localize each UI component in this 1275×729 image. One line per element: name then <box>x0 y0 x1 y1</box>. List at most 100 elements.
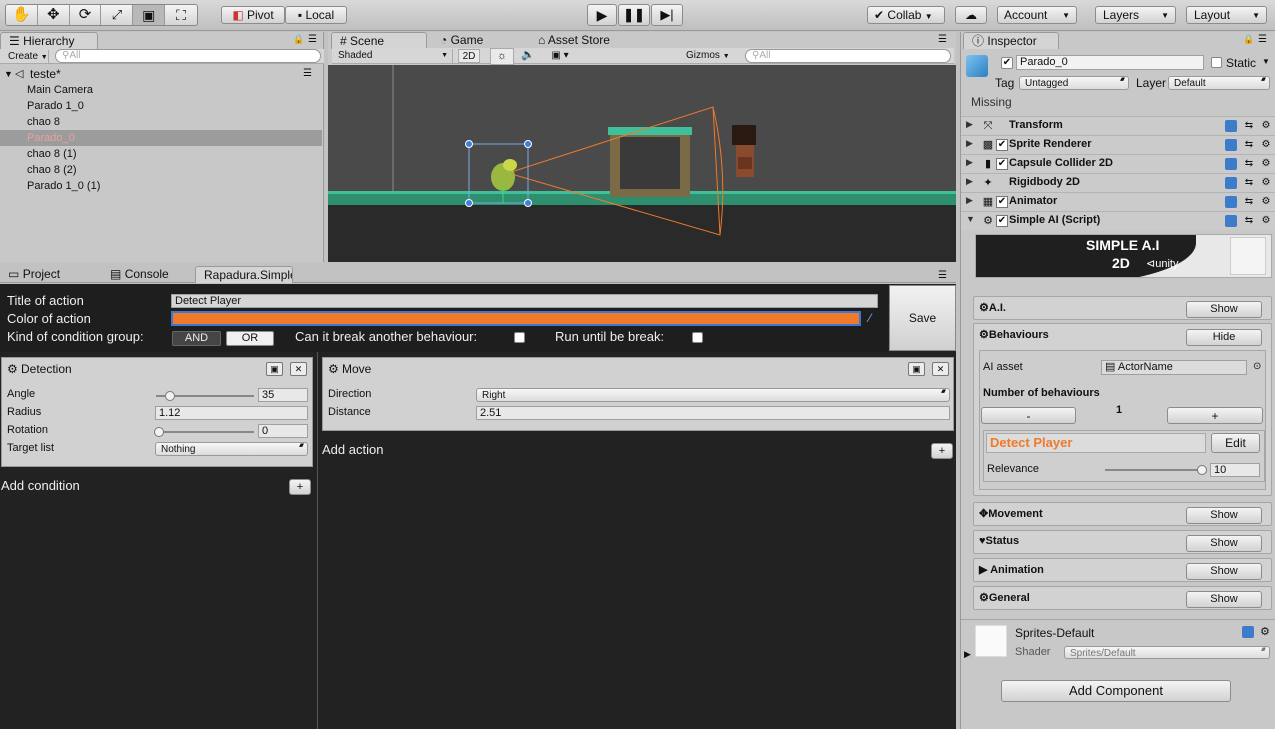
hand-tool-icon[interactable]: ✋ <box>6 5 38 25</box>
hierarchy-tab[interactable]: ☰ Hierarchy <box>0 32 98 49</box>
help-book-icon[interactable] <box>1225 139 1237 151</box>
move-tool-icon[interactable]: ✥ <box>38 5 70 25</box>
play-button[interactable]: ▶ <box>587 4 617 26</box>
angle-slider-knob[interactable] <box>164 391 175 401</box>
settings-gear-icon[interactable]: ⚙ <box>1260 625 1270 638</box>
help-book-icon[interactable] <box>1225 215 1237 227</box>
layer-dropdown[interactable]: Default <box>1168 76 1270 90</box>
component-enabled-checkbox[interactable]: ✔ <box>996 196 1008 208</box>
audio-icon[interactable]: 🔈 <box>516 48 540 63</box>
preset-icon[interactable]: ⇆ <box>1243 215 1255 227</box>
rect-tool-icon[interactable]: ▣ <box>133 5 166 25</box>
ai-asset-field[interactable]: ▤ ActorName <box>1101 360 1247 375</box>
relevance-input[interactable]: 10 <box>1210 463 1260 477</box>
active-checkbox[interactable]: ✔ <box>1001 57 1013 69</box>
object-name-input[interactable]: Parado_0 <box>1016 55 1204 70</box>
2d-toggle[interactable]: 2D <box>458 49 480 63</box>
local-button[interactable]: ▪ Local <box>285 6 347 24</box>
hierarchy-item[interactable]: Parado_0 <box>0 130 322 146</box>
radius-input[interactable]: 1.12 <box>155 406 308 420</box>
panel-menu-icon[interactable]: ☰ <box>308 34 317 45</box>
settings-gear-icon[interactable]: ⚙ <box>1260 196 1272 208</box>
preset-icon[interactable]: ⇆ <box>1243 139 1255 151</box>
settings-gear-icon[interactable]: ⚙ <box>1260 120 1272 132</box>
panel-menu-icon[interactable]: ☰ <box>938 270 947 281</box>
panel-menu-icon[interactable]: ☰ <box>1258 34 1267 45</box>
expand-triangle-icon[interactable]: ▶ <box>966 176 973 187</box>
preset-icon[interactable]: ⇆ <box>1243 158 1255 170</box>
scene-menu-icon[interactable]: ☰ <box>303 66 312 82</box>
hierarchy-item[interactable]: Parado 1_0 (1) <box>0 178 322 194</box>
static-dropdown-icon[interactable]: ▼ <box>1262 57 1270 66</box>
component-enabled-checkbox[interactable]: ✔ <box>996 215 1008 227</box>
pivot-button[interactable]: ◧ Pivot <box>221 6 285 24</box>
behaviour-edit-button[interactable]: Edit <box>1211 433 1260 453</box>
component-header[interactable]: ▶ ▩ ✔ Sprite Renderer ⇆ ⚙ <box>961 135 1275 154</box>
collab-button[interactable]: ✔ Collab ▼ <box>867 6 945 24</box>
tag-dropdown[interactable]: Untagged <box>1019 76 1129 90</box>
expand-triangle-icon[interactable]: ▶ <box>966 138 973 149</box>
behaviour-name-field[interactable]: Detect Player <box>986 433 1206 453</box>
help-book-icon[interactable] <box>1242 626 1254 638</box>
effects-icon[interactable]: ▣ ▾ <box>544 48 576 63</box>
help-book-icon[interactable] <box>1225 158 1237 170</box>
relevance-slider-track[interactable] <box>1105 469 1205 471</box>
scale-tool-icon[interactable]: ⤢ <box>101 5 134 25</box>
hierarchy-item[interactable]: Main Camera <box>0 82 322 98</box>
shader-dropdown[interactable]: Sprites/Default <box>1064 646 1270 659</box>
preset-icon[interactable]: ⇆ <box>1243 120 1255 132</box>
component-header[interactable]: ▼ ⚙ ✔ Simple AI (Script) ⇆ ⚙ <box>961 211 1275 230</box>
save-button[interactable]: Save <box>889 285 956 351</box>
settings-gear-icon[interactable]: ⚙ <box>1260 177 1272 189</box>
run-until-checkbox[interactable] <box>692 332 703 343</box>
component-header[interactable]: ▶ ⤧ Transform ⇆ ⚙ <box>961 116 1275 135</box>
hierarchy-item[interactable]: chao 8 (1) <box>0 146 322 162</box>
and-button[interactable]: AND <box>172 331 221 346</box>
scene-viewport[interactable] <box>328 65 956 262</box>
lighting-icon[interactable]: ☼ <box>490 48 514 65</box>
component-enabled-checkbox[interactable]: ✔ <box>996 139 1008 151</box>
expand-triangle-icon[interactable]: ▶ <box>966 119 973 130</box>
status-show-button[interactable]: Show <box>1186 535 1262 552</box>
tab-scene[interactable]: # Scene <box>331 32 427 49</box>
help-book-icon[interactable] <box>1225 196 1237 208</box>
ai-show-button[interactable]: Show <box>1186 301 1262 318</box>
inspector-tab[interactable]: ⓘ Inspector <box>963 32 1059 49</box>
expand-triangle-icon[interactable]: ▶ <box>966 157 973 168</box>
color-field[interactable] <box>171 311 861 326</box>
tab-game[interactable]: ◔ Game <box>432 32 491 49</box>
add-component-button[interactable]: Add Component <box>1001 680 1231 702</box>
break-checkbox[interactable] <box>514 332 525 343</box>
component-enabled-checkbox[interactable]: ✔ <box>996 158 1008 170</box>
gizmos-dropdown[interactable]: Gizmos ▼ <box>686 49 730 64</box>
transform-tool-icon[interactable]: ⛶ <box>165 5 197 25</box>
hierarchy-item[interactable]: Parado 1_0 <box>0 98 322 114</box>
angle-input[interactable]: 35 <box>258 388 308 402</box>
create-dropdown[interactable]: Create ▼ <box>3 50 49 64</box>
help-book-icon[interactable] <box>1225 177 1237 189</box>
tab-console[interactable]: ▤ Console <box>102 266 177 283</box>
collapse-icon[interactable]: ▣ <box>266 362 283 376</box>
animation-show-button[interactable]: Show <box>1186 563 1262 580</box>
hierarchy-item[interactable]: chao 8 <box>0 114 322 130</box>
static-checkbox[interactable] <box>1211 57 1222 68</box>
or-button[interactable]: OR <box>226 331 274 346</box>
tab-project[interactable]: ▭ Project <box>0 266 68 283</box>
relevance-slider-knob[interactable] <box>1197 465 1207 475</box>
add-condition-button[interactable]: + <box>289 479 311 495</box>
rotation-slider-knob[interactable] <box>154 427 164 437</box>
settings-gear-icon[interactable]: ⚙ <box>1260 139 1272 151</box>
settings-gear-icon[interactable]: ⚙ <box>1260 215 1272 227</box>
pause-button[interactable]: ❚❚ <box>618 4 650 26</box>
panel-menu-icon[interactable]: ☰ <box>938 34 947 45</box>
close-icon[interactable]: ✕ <box>932 362 949 376</box>
collapse-icon[interactable]: ▣ <box>908 362 925 376</box>
step-button[interactable]: ▶| <box>651 4 683 26</box>
behaviours-hide-button[interactable]: Hide <box>1186 329 1262 346</box>
decrement-button[interactable]: - <box>981 407 1076 424</box>
tab-rapadura-simple[interactable]: Rapadura.Simple <box>195 266 293 283</box>
close-icon[interactable]: ✕ <box>290 362 307 376</box>
hierarchy-item[interactable]: chao 8 (2) <box>0 162 322 178</box>
cloud-button[interactable]: ☁ <box>955 6 987 24</box>
rotation-input[interactable]: 0 <box>258 424 308 438</box>
